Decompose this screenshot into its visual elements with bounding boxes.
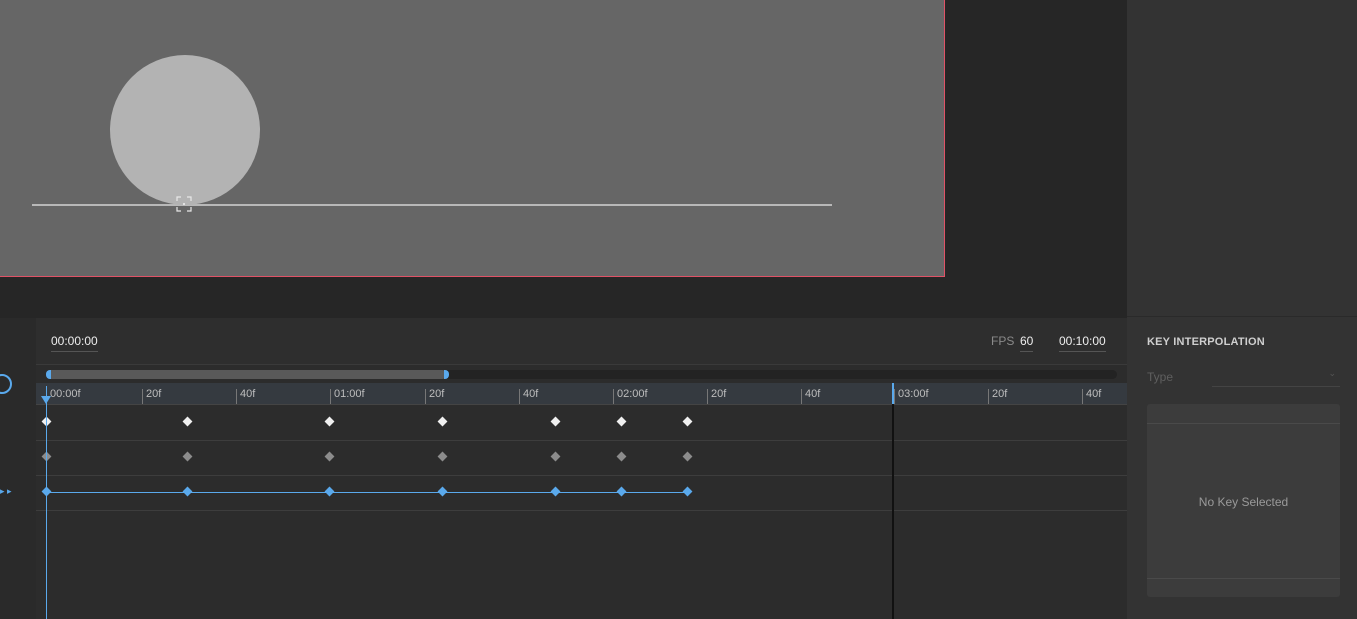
chevron-down-icon: ⌄ — [1328, 368, 1336, 378]
stage-area — [0, 0, 1127, 318]
scrollbar-thumb[interactable] — [46, 370, 447, 379]
current-time-field[interactable]: 00:00:00 — [51, 334, 98, 352]
inspector-top-area — [1127, 0, 1357, 317]
keyframe-diamond[interactable] — [324, 451, 334, 462]
keyframe-diamond[interactable] — [550, 416, 560, 427]
inspector-panel: KEY INTERPOLATION Type ⌄ No Key Selected — [1127, 0, 1357, 619]
keyframe-diamond[interactable] — [324, 416, 334, 427]
ball-shape[interactable] — [110, 55, 260, 205]
canvas[interactable] — [0, 0, 945, 277]
timeline-toolbar: 00:00:00 FPS 60 00:10:00 — [36, 318, 1127, 365]
ruler-tick — [142, 389, 143, 404]
transform-anchor-icon[interactable] — [176, 196, 192, 212]
keyframe-connector — [46, 492, 687, 493]
end-marker-handle[interactable] — [892, 383, 894, 404]
keyframe-diamond[interactable] — [616, 451, 626, 462]
duration-field[interactable]: 00:10:00 — [1059, 334, 1106, 352]
empty-state-message: No Key Selected — [1198, 495, 1289, 509]
time-ruler[interactable]: 00:00f 20f 40f 01:00f 20f 40f 02:00f 20f 40f 03:0… — [36, 383, 1127, 405]
ruler-tick — [707, 389, 708, 404]
fps-label: FPS — [991, 334, 1015, 348]
keyframe-diamond[interactable] — [182, 451, 192, 462]
ruler-tick — [330, 389, 331, 404]
track-row[interactable] — [36, 440, 1127, 476]
ground-line[interactable] — [32, 204, 832, 206]
ruler-tick — [894, 389, 895, 404]
ruler-label: 40f — [805, 388, 821, 400]
ruler-tick — [988, 389, 989, 404]
ruler-tick — [1082, 389, 1083, 404]
end-marker[interactable] — [892, 383, 894, 619]
expand-arrow-icon[interactable]: ▸ ▸ — [0, 486, 12, 497]
ruler-tick — [236, 389, 237, 404]
scrollbar-start-handle[interactable] — [46, 370, 51, 379]
ruler-tick — [613, 389, 614, 404]
ruler-label: 20f — [429, 388, 445, 400]
ruler-label: 20f — [146, 388, 162, 400]
record-toggle-icon[interactable] — [0, 374, 12, 394]
playhead-icon[interactable] — [41, 396, 51, 404]
ruler-label: 02:00f — [617, 388, 648, 400]
divider — [1147, 423, 1340, 424]
keyframe-diamond[interactable] — [437, 451, 447, 462]
keyframe-diamond[interactable] — [616, 416, 626, 427]
ruler-label: 20f — [992, 388, 1008, 400]
timeline-scrollbar[interactable] — [46, 370, 1117, 379]
timeline-panel: ▸ ▸ 00:00:00 FPS 60 00:10:00 00:00f 20f 40… — [0, 318, 1127, 619]
scrollbar-end-handle[interactable] — [444, 370, 449, 379]
ruler-label: 40f — [523, 388, 539, 400]
ruler-tick — [425, 389, 426, 404]
ruler-label: 01:00f — [334, 388, 365, 400]
divider — [1147, 578, 1340, 579]
keyframe-diamond[interactable] — [182, 416, 192, 427]
ruler-label: 40f — [240, 388, 256, 400]
track-row[interactable] — [36, 405, 1127, 441]
type-select[interactable]: ⌄ — [1212, 366, 1340, 387]
key-preview-box: No Key Selected — [1147, 404, 1340, 597]
panel-title: KEY INTERPOLATION — [1147, 336, 1265, 348]
ruler-label: 03:00f — [898, 388, 929, 400]
type-label: Type — [1147, 370, 1174, 384]
keyframe-diamond[interactable] — [682, 416, 692, 427]
ruler-label: 00:00f — [50, 388, 81, 400]
keyframe-diamond[interactable] — [437, 416, 447, 427]
ruler-tick — [801, 389, 802, 404]
keyframe-diamond[interactable] — [682, 451, 692, 462]
fps-field[interactable]: 60 — [1020, 334, 1034, 352]
ruler-tick — [519, 389, 520, 404]
playhead-line[interactable] — [46, 386, 47, 619]
track-row[interactable] — [36, 475, 1127, 511]
keyframe-diamond[interactable] — [550, 451, 560, 462]
ruler-label: 40f — [1086, 388, 1102, 400]
track-list-gutter: ▸ ▸ — [0, 318, 36, 619]
ruler-label: 20f — [711, 388, 727, 400]
